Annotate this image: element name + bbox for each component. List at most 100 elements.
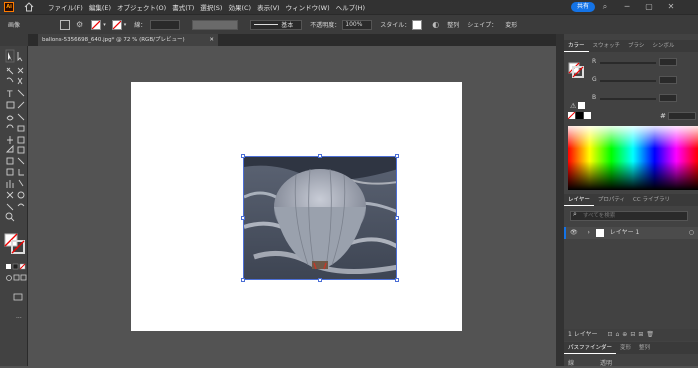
home-icon[interactable]	[24, 2, 34, 12]
menu-effect[interactable]: 効果(C)	[228, 2, 251, 12]
out-of-gamut-icon[interactable]: ⚠	[570, 102, 576, 110]
menu-edit[interactable]: 編集(E)	[89, 2, 111, 12]
visibility-icon[interactable]: 👁	[570, 229, 578, 236]
channel-r-slider[interactable]	[600, 62, 656, 64]
close-icon[interactable]: ✕	[666, 2, 676, 12]
layers-footer: 1 レイヤー ⊡⌂⊕⊟⊞🗑	[564, 329, 698, 341]
recolor-icon[interactable]: ◐	[432, 20, 439, 29]
hex-field[interactable]	[668, 112, 696, 120]
document-tab-bar: ballons-5356698_640.jpg* @ 72 % (RGB/プレビ…	[28, 34, 560, 46]
search-icon: ⌕	[573, 210, 577, 218]
tab-align[interactable]: 整列	[635, 342, 654, 354]
layers-search-input[interactable]: すべてを検索	[570, 211, 688, 221]
channel-b-field[interactable]	[659, 94, 677, 102]
selection-handle-tr[interactable]	[395, 154, 399, 158]
stroke-label: 線：	[134, 22, 147, 29]
control-bar: 画像 ⚙ ▾ ▾ 線： 基本 不透明度： 100% スタイル： ◐ 整列 シェイ…	[0, 14, 698, 34]
stroke-width-field[interactable]	[150, 19, 181, 30]
document-tab[interactable]: ballons-5356698_640.jpg* @ 72 % (RGB/プレビ…	[38, 34, 218, 46]
tab-pathfinder[interactable]: パスファインダー	[564, 342, 617, 354]
app-logo: Ai	[4, 2, 14, 12]
menu-select[interactable]: 選択(S)	[200, 2, 222, 12]
selection-handle-mr[interactable]	[395, 216, 399, 220]
fill-dropdown-icon[interactable]: ▾	[103, 22, 106, 28]
white-swatch[interactable]	[584, 112, 591, 119]
layer-count: 1 レイヤー	[568, 331, 598, 338]
stroke-dropdown-icon[interactable]: ▾	[124, 22, 127, 28]
layer-name: レイヤー 1	[609, 229, 640, 236]
fill-stroke-icon[interactable]	[568, 56, 584, 80]
color-panel-tabs: カラー スウォッチ ブラシ シンボル	[564, 40, 698, 52]
hex-icon: #	[660, 112, 666, 120]
balloon-image[interactable]	[243, 156, 397, 280]
layers-panel-tabs: レイヤー プロパティ CC ライブラリ	[564, 194, 698, 206]
style-label: スタイル：	[380, 22, 411, 29]
tab-properties[interactable]: プロパティ	[594, 194, 629, 206]
stroke-style-dropdown[interactable]: 基本	[250, 19, 303, 30]
channel-g-slider[interactable]	[600, 80, 656, 82]
toolbar-grip[interactable]	[0, 34, 28, 46]
menu-type[interactable]: 書式(T)	[172, 2, 194, 12]
variable-width-field[interactable]	[192, 19, 239, 30]
menu-view[interactable]: 表示(V)	[257, 2, 280, 12]
layer-thumbnail	[595, 228, 604, 237]
tab-color[interactable]: カラー	[564, 40, 589, 52]
minimize-icon[interactable]: ─	[622, 2, 632, 12]
tab-layers[interactable]: レイヤー	[564, 194, 594, 206]
opacity-field[interactable]: 100%	[342, 19, 373, 30]
selection-handle-br[interactable]	[395, 278, 399, 282]
select-similar-icon[interactable]	[60, 19, 71, 30]
gamut-swatch[interactable]	[578, 102, 585, 109]
channel-r-field[interactable]	[659, 58, 677, 66]
tools-panel: T ···	[0, 46, 28, 366]
channel-g-label: G	[592, 76, 597, 83]
layer-action-icons[interactable]: ⊡⌂⊕⊟⊞🗑	[607, 331, 657, 338]
menu-object[interactable]: オブジェクト(O)	[117, 2, 166, 12]
shape-label[interactable]: シェイプ：	[467, 20, 497, 29]
close-tab-icon[interactable]: ✕	[209, 34, 214, 46]
menu-help[interactable]: ヘルプ(H)	[336, 2, 365, 12]
tab-swatches[interactable]: スウォッチ	[589, 40, 625, 52]
channel-g-field[interactable]	[659, 76, 677, 84]
stroke-swatch[interactable]	[111, 19, 122, 30]
search-icon[interactable]: ⌕	[600, 2, 610, 12]
bottom-panel-tabs: パスファインダー 変形 整列	[564, 342, 698, 354]
align-label[interactable]: 整列	[447, 20, 459, 29]
layer-row[interactable]: 👁 › レイヤー 1 ○	[564, 227, 698, 239]
settings-icon[interactable]: ⚙	[76, 20, 83, 29]
opacity-label: 不透明度：	[310, 22, 341, 29]
balloon-photo	[244, 157, 396, 279]
tab-brushes[interactable]: ブラシ	[624, 40, 648, 52]
selection-handle-bc[interactable]	[318, 278, 322, 282]
tab-transform[interactable]: 変形	[616, 342, 635, 354]
style-swatch[interactable]	[412, 19, 423, 30]
document-tab-title: ballons-5356698_640.jpg* @ 72 % (RGB/プレビ…	[42, 37, 185, 43]
tab-symbols[interactable]: シンボル	[648, 40, 678, 52]
tools-icons[interactable]: T ···	[0, 46, 28, 366]
selection-handle-bl[interactable]	[241, 278, 245, 282]
channel-b-label: B	[592, 94, 597, 101]
transform-label[interactable]: 変形	[505, 20, 517, 29]
object-type-label: 画像	[8, 22, 21, 29]
channel-r-label: R	[592, 58, 597, 65]
selection-handle-tc[interactable]	[318, 154, 322, 158]
right-panel: カラー スウォッチ ブラシ シンボル R G B ⚠ # レイヤー プロパティ …	[564, 34, 698, 367]
svg-text:···: ···	[16, 315, 22, 322]
channel-b-slider[interactable]	[600, 98, 656, 100]
stroke-preview	[254, 24, 279, 25]
expand-icon[interactable]: ›	[588, 229, 590, 236]
maximize-icon[interactable]: ▢	[644, 2, 654, 12]
none-swatch[interactable]	[567, 111, 576, 120]
selection-handle-tl[interactable]	[241, 154, 245, 158]
color-spectrum[interactable]	[568, 126, 698, 190]
menu-window[interactable]: ウィンドウ(W)	[286, 2, 330, 12]
black-swatch[interactable]	[576, 112, 583, 119]
stroke-style-label: 基本	[281, 22, 294, 29]
share-button[interactable]: 共有	[571, 2, 595, 12]
panel-dock-strip	[556, 34, 564, 366]
fill-swatch[interactable]	[91, 19, 102, 30]
tab-libraries[interactable]: CC ライブラリ	[629, 194, 674, 206]
selection-handle-ml[interactable]	[241, 216, 245, 220]
menu-file[interactable]: ファイル(F)	[48, 2, 83, 12]
target-icon[interactable]: ○	[689, 227, 694, 239]
